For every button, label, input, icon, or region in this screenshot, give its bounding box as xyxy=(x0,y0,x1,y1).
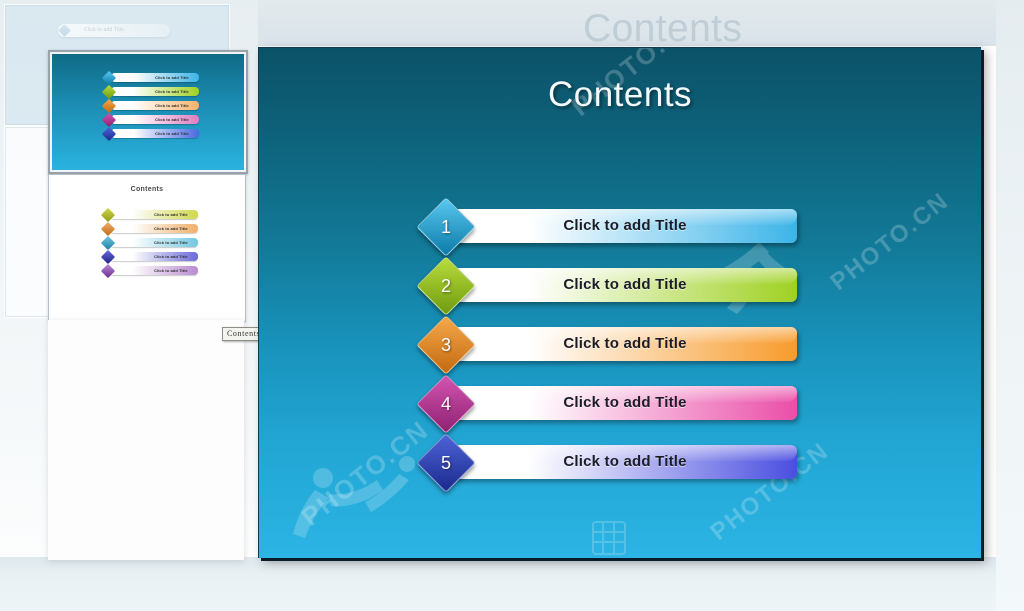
content-bar[interactable]: Click to add Title xyxy=(453,327,797,361)
number-diamond-label: 4 xyxy=(440,393,451,414)
thumbnail-bar: Click to add Title xyxy=(110,266,198,275)
thumbnail-row: Click to add Title xyxy=(100,249,199,264)
content-bar-label[interactable]: Click to add Title xyxy=(453,217,797,234)
thumbnail-bar-label: Click to add Title xyxy=(155,102,189,108)
content-bar-label[interactable]: Click to add Title xyxy=(453,394,797,411)
content-row[interactable]: Click to add Title 5 xyxy=(416,433,797,493)
thumbnail-bar-label: Click to add Title xyxy=(155,116,189,122)
number-diamond-label: 5 xyxy=(440,452,451,473)
number-diamond-icon[interactable]: 4 xyxy=(416,374,476,434)
slide-thumbnail-2[interactable]: Contents Click to add Title Click to add … xyxy=(48,174,246,322)
thumbnail-bar-label: Click to add Title xyxy=(155,74,189,80)
thumbnail-row: Click to add Title xyxy=(100,221,199,236)
thumbnail-bar: Click to add Title xyxy=(111,115,199,124)
slide-thumbnail-2-title: Contents xyxy=(130,186,164,193)
thumbnail-row: Click to add Title xyxy=(101,98,200,113)
thumbnail-row: Click to add Title xyxy=(101,84,200,99)
content-bar[interactable]: Click to add Title xyxy=(453,268,797,302)
number-diamond-icon[interactable]: 3 xyxy=(416,315,476,375)
content-row[interactable]: Click to add Title 1 xyxy=(416,197,797,257)
content-bar[interactable]: Click to add Title xyxy=(453,386,797,420)
bottom-chrome-strip xyxy=(0,557,1024,611)
thumbnail-bar: Click to add Title xyxy=(111,73,199,82)
content-bar-label[interactable]: Click to add Title xyxy=(453,276,797,293)
content-row[interactable]: Click to add Title 2 xyxy=(416,256,797,316)
content-rows: Click to add Title 1 Click to add Title 2 Cl… xyxy=(259,48,981,558)
content-row[interactable]: Click to add Title 3 xyxy=(416,315,797,375)
slide-thumbnail-1-canvas: Click to add Title Click to add Title Clic… xyxy=(52,54,244,170)
number-diamond-label: 3 xyxy=(440,334,451,355)
content-bar[interactable]: Click to add Title xyxy=(453,209,797,243)
thumbnail-bar: Click to add Title xyxy=(111,87,199,96)
thumbnail-bar: Click to add Title xyxy=(110,224,198,233)
content-bar[interactable]: Click to add Title xyxy=(453,445,797,479)
thumbnail-bar: Click to add Title xyxy=(110,210,198,219)
slide-thumbnail-2-canvas: Contents Click to add Title Click to add … xyxy=(51,177,243,319)
thumbnail-bar-label: Click to add Title xyxy=(154,211,188,217)
sidebar-workspace xyxy=(48,320,244,560)
ghost-content-bar: Click to add Title xyxy=(58,24,170,37)
number-diamond-label: 2 xyxy=(440,275,451,296)
thumbnail-bar-label: Click to add Title xyxy=(154,267,188,273)
thumbnail-bar-label: Click to add Title xyxy=(154,253,188,259)
thumbnail-bar-label: Click to add Title xyxy=(154,225,188,231)
number-diamond-label: 1 xyxy=(440,216,451,237)
thumbnail-row: Click to add Title xyxy=(101,70,200,85)
thumbnail-bar-label: Click to add Title xyxy=(155,88,189,94)
thumbnail-row: Click to add Title xyxy=(100,263,199,278)
number-diamond-icon[interactable]: 2 xyxy=(416,256,476,316)
thumbnail-bar: Click to add Title xyxy=(111,129,199,138)
number-diamond-icon[interactable]: 5 xyxy=(416,433,476,493)
ghost-bar-label: Click to add Title xyxy=(84,26,125,33)
thumbnail-row: Click to add Title xyxy=(100,207,199,222)
slide-canvas[interactable]: PHOTO.CN PHOTO.CN PHOTO.CN PHOTO.CN Cont… xyxy=(258,47,981,558)
thumbnail-row: Click to add Title xyxy=(100,235,199,250)
number-diamond-icon[interactable]: 1 xyxy=(416,197,476,257)
right-chrome-strip xyxy=(996,0,1024,611)
content-bar-label[interactable]: Click to add Title xyxy=(453,335,797,352)
application-window: Contents Click to add Title Click to add… xyxy=(0,0,1024,611)
slide-thumbnail-1[interactable]: Click to add Title Click to add Title Clic… xyxy=(48,50,248,174)
content-row[interactable]: Click to add Title 4 xyxy=(416,374,797,434)
thumbnail-bar: Click to add Title xyxy=(110,252,198,261)
thumbnail-bar: Click to add Title xyxy=(111,101,199,110)
thumbnail-row: Click to add Title xyxy=(101,112,200,127)
thumbnail-bar-label: Click to add Title xyxy=(154,239,188,245)
thumbnail-bar: Click to add Title xyxy=(110,238,198,247)
ghost-diamond-icon xyxy=(58,24,71,37)
thumbnail-bar-label: Click to add Title xyxy=(155,130,189,136)
thumbnail-row: Click to add Title xyxy=(101,126,200,141)
content-bar-label[interactable]: Click to add Title xyxy=(453,453,797,470)
